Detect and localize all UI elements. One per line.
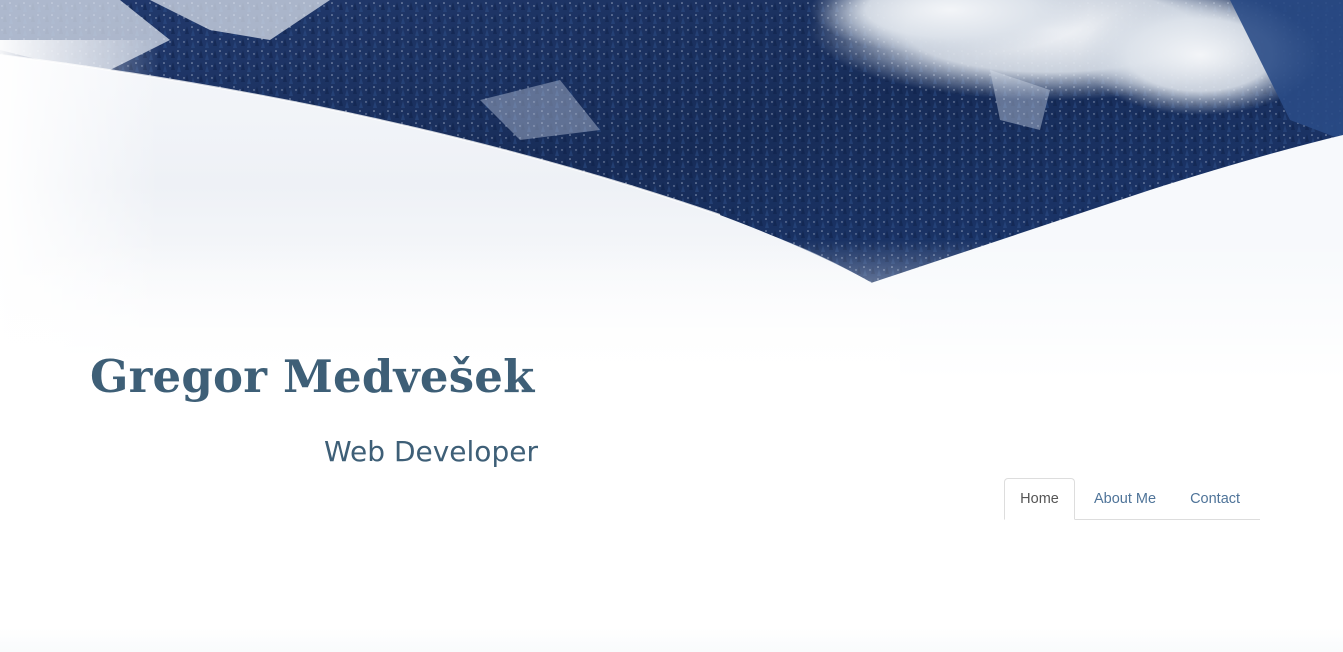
main-nav-tabs: Home About Me Contact	[1004, 478, 1260, 520]
tab-contact[interactable]: Contact	[1174, 478, 1256, 520]
tab-home[interactable]: Home	[1004, 478, 1075, 520]
tab-about-me[interactable]: About Me	[1075, 478, 1174, 520]
site-title: Gregor Medvešek	[90, 350, 535, 403]
footer-band	[0, 628, 1343, 652]
site-subtitle: Web Developer	[324, 435, 538, 468]
header-background-image	[0, 0, 1343, 380]
